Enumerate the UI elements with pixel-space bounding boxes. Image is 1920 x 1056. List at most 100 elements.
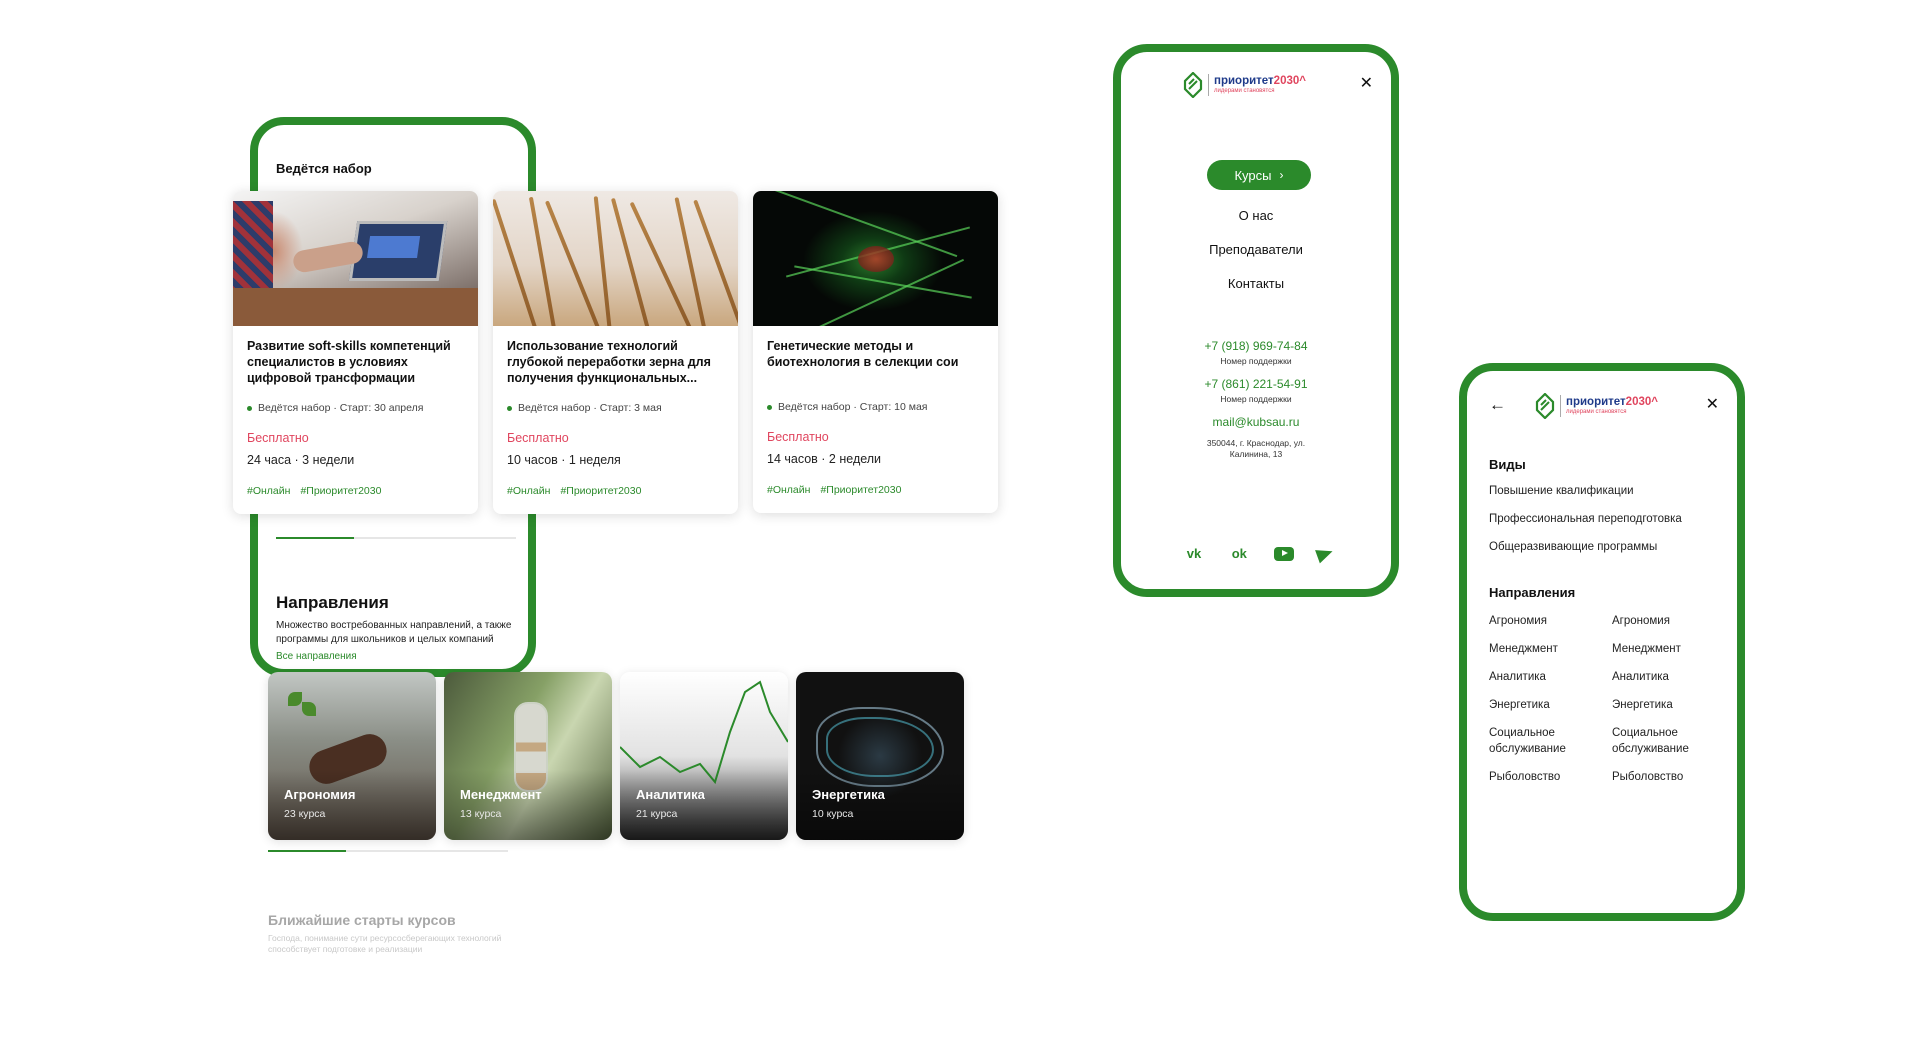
course-price: Бесплатно [507, 431, 569, 445]
direction-item[interactable]: Аналитика [1489, 669, 1599, 685]
telegram-icon[interactable] [1315, 544, 1335, 563]
course-status-text: Ведётся набор · Старт: 30 апреля [258, 402, 424, 414]
directions-title: Направления [276, 593, 389, 612]
types-title: Виды [1489, 457, 1526, 472]
direction-item[interactable]: Социальное обслуживание [1612, 725, 1722, 757]
logo-tagline: лидерами становятся [1214, 88, 1275, 94]
upcoming-description: Господа, понимание сути ресурсосберегающ… [268, 933, 502, 954]
tag[interactable]: #Онлайн [247, 485, 290, 497]
course-duration: 10 часов · 1 неделя [507, 453, 621, 467]
phone-frame-catalog: ← приоритет2030^ лидерами становятся ✕ В… [1459, 363, 1745, 921]
youtube-icon[interactable] [1273, 546, 1294, 561]
catalog-directions-title: Направления [1489, 585, 1576, 600]
direction-item[interactable]: Агрономия [1489, 613, 1599, 629]
section-title-enrollment: Ведётся набор [276, 161, 372, 176]
tiles-carousel-progress [268, 850, 508, 852]
menu-item-contacts[interactable]: Контакты [1121, 276, 1391, 291]
course-image-wheat [493, 191, 738, 326]
logo-text: приоритет2030^ [1566, 396, 1658, 408]
close-icon[interactable]: ✕ [1360, 76, 1373, 92]
carousel-progress-fill [268, 850, 346, 852]
logo-caret: ^ [1299, 75, 1306, 87]
course-tags: #Онлайн #Приоритет2030 [767, 484, 911, 496]
course-title: Использование технологий глубокой перера… [507, 339, 711, 385]
tile-name: Аналитика [636, 787, 705, 802]
support-phone-1[interactable]: +7 (918) 969-74-84 [1121, 339, 1391, 353]
course-image-softskills [233, 191, 478, 326]
status-dot-icon [767, 404, 772, 410]
tile-name: Агрономия [284, 787, 356, 802]
tag[interactable]: #Приоритет2030 [300, 485, 381, 497]
direction-item[interactable]: Аналитика [1612, 669, 1722, 685]
brand-logo[interactable]: приоритет2030^ лидерами становятся [1183, 72, 1306, 98]
menu-item-teachers[interactable]: Преподаватели [1121, 242, 1391, 257]
direction-tile-agronomy[interactable]: Агрономия 23 курса [268, 672, 436, 840]
social-links: vk ok [1183, 544, 1335, 563]
support-label-2: Номер поддержки [1220, 394, 1292, 404]
course-card[interactable]: Использование технологий глубокой перера… [493, 191, 738, 514]
direction-item[interactable]: Рыболовство [1612, 769, 1722, 785]
ok-icon[interactable]: ok [1228, 546, 1250, 561]
arrow-left-icon[interactable]: ← [1489, 396, 1506, 413]
type-item[interactable]: Профессиональная переподготовка [1489, 513, 1682, 525]
course-status: Ведётся набор · Старт: 10 мая [767, 401, 928, 413]
leaf-logo-icon [1535, 393, 1555, 419]
tile-name: Энергетика [812, 787, 885, 802]
direction-item[interactable]: Рыболовство [1489, 769, 1599, 785]
tag[interactable]: #Онлайн [767, 484, 810, 496]
logo-tagline: лидерами становятся [1566, 409, 1627, 415]
course-price: Бесплатно [767, 430, 829, 444]
direction-item[interactable]: Энергетика [1612, 697, 1722, 713]
direction-item[interactable]: Агрономия [1612, 613, 1722, 629]
menu-item-about[interactable]: О нас [1121, 208, 1391, 223]
logo-name: приоритет [1566, 396, 1626, 408]
status-dot-icon [507, 405, 512, 411]
phone-frame-menu: приоритет2030^ лидерами становятся ✕ Кур… [1113, 44, 1399, 597]
course-tags: #Онлайн #Приоритет2030 [507, 485, 651, 497]
upcoming-title: Ближайшие старты курсов [268, 912, 456, 928]
course-duration: 14 часов · 2 недели [767, 452, 882, 466]
direction-item[interactable]: Энергетика [1489, 697, 1599, 713]
direction-item[interactable]: Менеджмент [1489, 641, 1599, 657]
tile-count: 10 курса [812, 808, 854, 820]
courses-button-label: Курсы [1234, 167, 1272, 183]
contact-email[interactable]: mail@kubsau.ru [1121, 415, 1391, 429]
type-item[interactable]: Повышение квалификации [1489, 485, 1634, 497]
logo-caret: ^ [1651, 396, 1658, 408]
chevron-right-icon: › [1279, 168, 1284, 182]
course-price: Бесплатно [247, 431, 309, 445]
direction-item[interactable]: Менеджмент [1612, 641, 1722, 657]
brand-logo[interactable]: приоритет2030^ лидерами становятся [1535, 393, 1658, 419]
logo-year: 2030 [1273, 75, 1300, 87]
logo-divider [1560, 395, 1561, 417]
carousel-progress [276, 537, 516, 539]
course-status-text: Ведётся набор · Старт: 3 мая [518, 402, 662, 414]
course-card[interactable]: Развитие soft-skills компетенций специал… [233, 191, 478, 514]
logo-name: приоритет [1214, 75, 1274, 87]
course-card[interactable]: Генетические методы и биотехнология в се… [753, 191, 998, 513]
course-status: Ведётся набор · Старт: 30 апреля [247, 402, 423, 414]
vk-icon[interactable]: vk [1183, 546, 1205, 561]
directions-description: Множество востребованных направлений, а … [276, 620, 512, 645]
leaf-logo-icon [1183, 72, 1203, 98]
direction-item[interactable]: Социальное обслуживание [1489, 725, 1599, 757]
carousel-progress-fill [276, 537, 354, 539]
tag[interactable]: #Онлайн [507, 485, 550, 497]
logo-divider [1208, 74, 1209, 96]
logo-text: приоритет2030^ [1214, 75, 1306, 87]
tag[interactable]: #Приоритет2030 [820, 484, 901, 496]
direction-tile-analytics[interactable]: Аналитика 21 курса [620, 672, 788, 840]
direction-tile-energy[interactable]: Энергетика 10 курса [796, 672, 964, 840]
tile-count: 21 курса [636, 808, 678, 820]
logo-year: 2030 [1625, 396, 1652, 408]
direction-tile-management[interactable]: Менеджмент 13 курса [444, 672, 612, 840]
support-phone-2[interactable]: +7 (861) 221-54-91 [1121, 377, 1391, 391]
all-directions-link[interactable]: Все направления [276, 651, 357, 662]
address-line-2: Калинина, 13 [1229, 449, 1283, 459]
close-icon[interactable]: ✕ [1706, 397, 1719, 413]
courses-button[interactable]: Курсы › [1207, 160, 1311, 190]
tag[interactable]: #Приоритет2030 [560, 485, 641, 497]
type-item[interactable]: Общеразвивающие программы [1489, 541, 1657, 553]
tile-count: 13 курса [460, 808, 502, 820]
course-status-text: Ведётся набор · Старт: 10 мая [778, 401, 928, 413]
